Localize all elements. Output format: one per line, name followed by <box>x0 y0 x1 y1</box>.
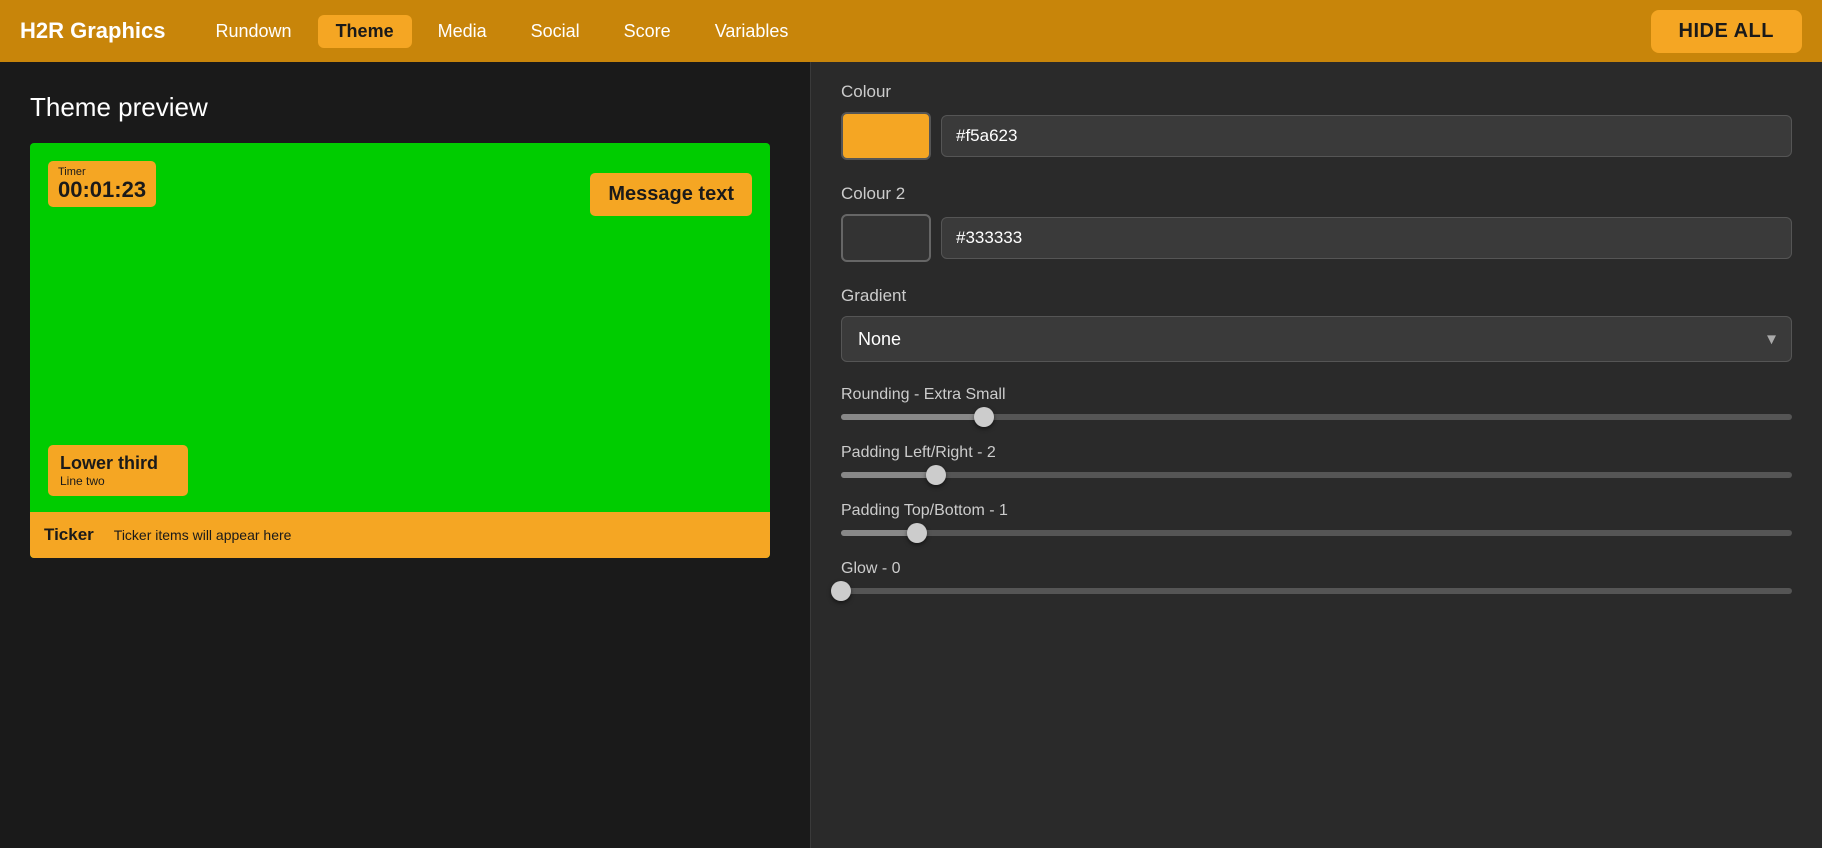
glow-label: Glow - 0 <box>841 560 1792 578</box>
rounding-thumb[interactable] <box>974 407 994 427</box>
colour2-input[interactable] <box>941 217 1792 259</box>
padding-lr-fill <box>841 472 936 478</box>
padding-tb-slider-row: Padding Top/Bottom - 1 <box>841 502 1792 536</box>
gradient-select[interactable]: None Linear Radial <box>841 316 1792 362</box>
nav-item-theme[interactable]: Theme <box>318 15 412 48</box>
padding-lr-slider-row: Padding Left/Right - 2 <box>841 444 1792 478</box>
padding-tb-label: Padding Top/Bottom - 1 <box>841 502 1792 520</box>
header-left: H2R Graphics Rundown Theme Media Social … <box>20 15 806 48</box>
colour-input[interactable] <box>941 115 1792 157</box>
gradient-select-wrapper: None Linear Radial <box>841 316 1792 362</box>
padding-lr-label: Padding Left/Right - 2 <box>841 444 1792 462</box>
colour2-label: Colour 2 <box>841 184 1792 204</box>
nav-item-rundown[interactable]: Rundown <box>198 15 310 48</box>
padding-tb-thumb[interactable] <box>907 523 927 543</box>
rounding-track <box>841 414 1792 420</box>
padding-tb-fill <box>841 530 917 536</box>
rounding-slider-row: Rounding - Extra Small <box>841 386 1792 420</box>
colour2-row <box>841 214 1792 262</box>
preview-title: Theme preview <box>30 92 780 123</box>
widget-ticker: Ticker Ticker items will appear here <box>30 512 770 558</box>
widget-message: Message text <box>590 173 752 216</box>
colour-label: Colour <box>841 82 1792 102</box>
glow-slider-row: Glow - 0 <box>841 560 1792 594</box>
lower-third-line-one: Lower third <box>60 453 176 474</box>
nav-item-social[interactable]: Social <box>513 15 598 48</box>
widget-lower-third: Lower third Line two <box>48 445 188 496</box>
main-content: Theme preview Timer 00:01:23 Message tex… <box>0 62 1822 848</box>
preview-panel: Theme preview Timer 00:01:23 Message tex… <box>0 62 810 848</box>
glow-track <box>841 588 1792 594</box>
gradient-label: Gradient <box>841 286 1792 306</box>
padding-lr-track <box>841 472 1792 478</box>
colour-setting: Colour <box>841 82 1792 160</box>
glow-thumb[interactable] <box>831 581 851 601</box>
ticker-label: Ticker <box>44 525 94 545</box>
nav-item-score[interactable]: Score <box>606 15 689 48</box>
widget-timer: Timer 00:01:23 <box>48 161 156 207</box>
lower-third-line-two: Line two <box>60 474 176 488</box>
preview-canvas: Timer 00:01:23 Message text Lower third … <box>30 143 770 558</box>
colour-swatch[interactable] <box>841 112 931 160</box>
padding-tb-track <box>841 530 1792 536</box>
colour-row <box>841 112 1792 160</box>
padding-lr-thumb[interactable] <box>926 465 946 485</box>
colour2-swatch[interactable] <box>841 214 931 262</box>
rounding-label: Rounding - Extra Small <box>841 386 1792 404</box>
colour2-setting: Colour 2 <box>841 184 1792 262</box>
ticker-items-text: Ticker items will appear here <box>114 527 292 543</box>
timer-value: 00:01:23 <box>58 178 146 202</box>
header: H2R Graphics Rundown Theme Media Social … <box>0 0 1822 62</box>
nav: Rundown Theme Media Social Score Variabl… <box>198 15 807 48</box>
settings-panel: Colour Colour 2 Gradient None Linear Rad… <box>810 62 1822 848</box>
message-text: Message text <box>608 183 734 205</box>
rounding-fill <box>841 414 984 420</box>
nav-item-variables[interactable]: Variables <box>697 15 807 48</box>
app-title: H2R Graphics <box>20 18 166 44</box>
nav-item-media[interactable]: Media <box>420 15 505 48</box>
hide-all-button[interactable]: HIDE ALL <box>1651 10 1802 53</box>
gradient-setting: Gradient None Linear Radial <box>841 286 1792 362</box>
